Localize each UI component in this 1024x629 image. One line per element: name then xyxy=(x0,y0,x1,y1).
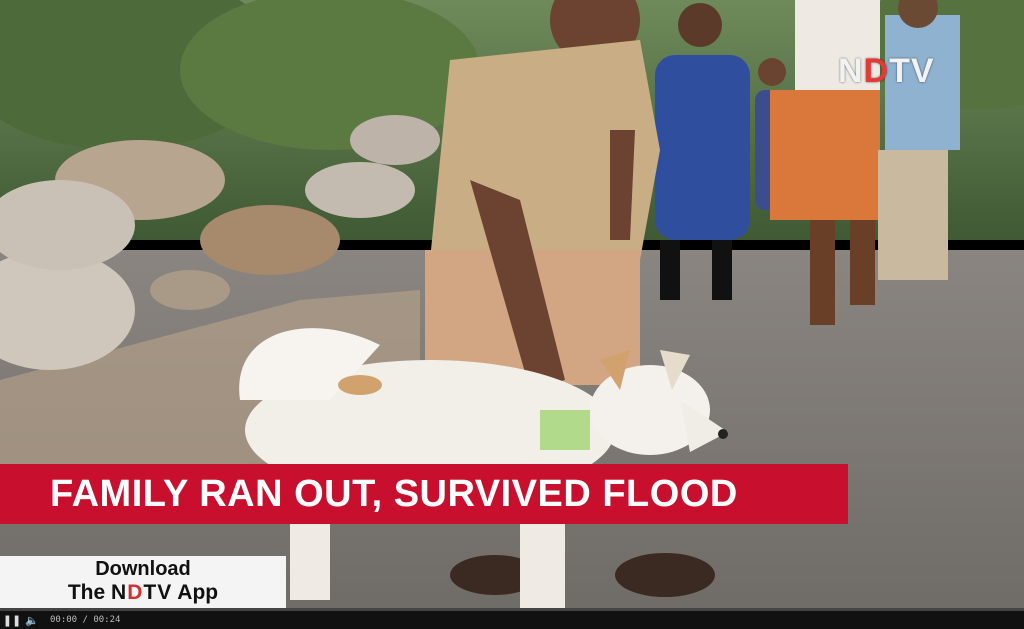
headline-banner: FAMILY RAN OUT, SURVIVED FLOOD xyxy=(0,464,848,524)
news-scene xyxy=(0,0,1024,629)
time-readout: 00:00 / 00:24 xyxy=(50,615,121,625)
promo-brand: NDTV xyxy=(111,581,173,604)
headline-text: FAMILY RAN OUT, SURVIVED FLOOD xyxy=(50,472,738,515)
bystander-man-blue xyxy=(878,0,960,280)
promo-prefix: The xyxy=(67,581,106,604)
logo-letter-n: N xyxy=(838,52,864,90)
promo-line-1: Download xyxy=(95,558,191,580)
promo-suffix: App xyxy=(177,581,219,604)
video-frame[interactable]: NDTV FAMILY RAN OUT, SURVIVED FLOOD Down… xyxy=(0,0,1024,629)
logo-letter-d: D xyxy=(863,52,890,90)
player-controls: ❚❚ 🔈 00:00 / 00:24 xyxy=(0,611,1024,629)
ndtv-logo: NDTV xyxy=(838,52,935,91)
app-promo-banner[interactable]: Download The NDTV App xyxy=(0,556,286,608)
promo-line-2: The NDTV App xyxy=(68,580,218,606)
logo-letters-tv: TV xyxy=(889,52,935,90)
volume-icon[interactable]: 🔈 xyxy=(24,613,40,627)
pause-icon[interactable]: ❚❚ xyxy=(3,613,21,627)
